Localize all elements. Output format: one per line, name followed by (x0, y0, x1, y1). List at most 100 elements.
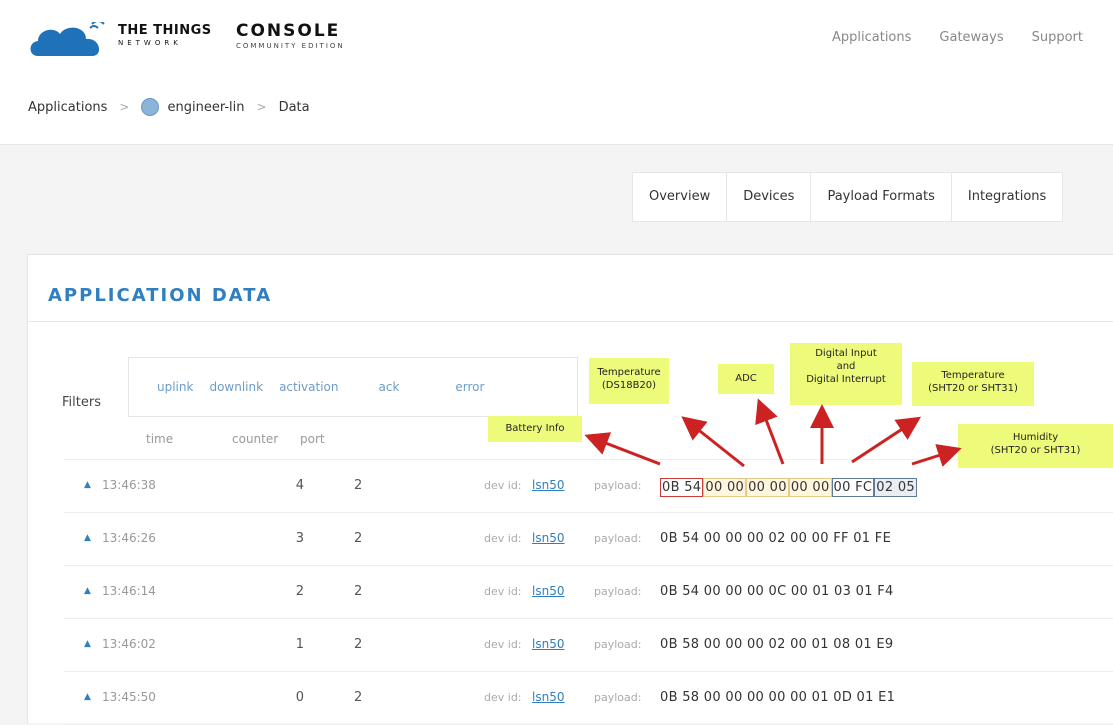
row-counter: 0 (295, 690, 304, 705)
row-port: 2 (354, 478, 363, 493)
row-port: 2 (354, 690, 363, 705)
callout-temperature-ds-line-2: (DS18B20) (601, 380, 657, 391)
callout-temperature-sht-line-2: (SHT20 or SHT31) (928, 383, 1018, 394)
uplink-table: ▲ 13:46:38 4 2 dev id: lsn50 payload: 0B… (64, 459, 1113, 725)
column-header-time: time (146, 432, 174, 446)
top-header: THE THINGS NETWORK CONSOLE COMMUNITY EDI… (0, 0, 1113, 79)
nav-applications[interactable]: Applications (832, 30, 911, 45)
row-counter: 2 (295, 584, 304, 599)
table-row[interactable]: ▲ 13:45:50 0 2 dev id: lsn50 payload: 0B… (64, 672, 1113, 725)
dev-id-label: dev id: (484, 638, 522, 651)
section-title: APPLICATION DATA (48, 285, 273, 306)
row-time: 13:46:26 (102, 531, 156, 545)
row-payload: 0B 54 00 00 00 02 00 00 FF 01 FE (660, 531, 892, 546)
callout-temperature-sht: Temperature (SHT20 or SHT31) (912, 362, 1034, 406)
payload-segment-battery: 0B 54 (660, 478, 704, 497)
tab-payload-formats[interactable]: Payload Formats (811, 173, 952, 221)
payload-label: payload: (594, 638, 642, 651)
payload-segment-digital: 00 00 (788, 478, 832, 497)
breadcrumb-applications[interactable]: Applications (28, 100, 107, 115)
row-port: 2 (354, 637, 363, 652)
filter-ack[interactable]: ack (371, 380, 408, 394)
callout-digital-line-2: and (836, 361, 856, 372)
payload-segment-humidity: 02 05 (874, 478, 917, 497)
uplink-arrow-icon: ▲ (84, 639, 91, 649)
payload-segment-temperature-ds: 00 00 (703, 478, 747, 497)
breadcrumb-current: Data (278, 99, 310, 115)
row-time: 13:46:02 (102, 637, 156, 651)
callout-humidity-line-1: Humidity (1012, 432, 1059, 443)
top-nav: Applications Gateways Support (832, 30, 1083, 45)
filter-uplink[interactable]: uplink (149, 380, 201, 394)
dev-id-label: dev id: (484, 479, 522, 492)
row-payload: 0B 54 00 00 00 0C 00 01 03 01 F4 (660, 584, 894, 599)
console-subtitle: COMMUNITY EDITION (236, 42, 345, 50)
payload-label: payload: (594, 479, 642, 492)
column-header-counter: counter (232, 432, 279, 446)
callout-battery-label: Battery Info (505, 423, 565, 434)
row-port: 2 (354, 531, 363, 546)
tab-devices[interactable]: Devices (727, 173, 812, 221)
row-payload: 0B 54 00 00 00 00 00 00 00 FC 02 05 (660, 478, 917, 497)
brand-name[interactable]: THE THINGS NETWORK (118, 24, 212, 48)
nav-gateways[interactable]: Gateways (939, 30, 1003, 45)
breadcrumb-separator: > (119, 100, 130, 114)
row-time: 13:45:50 (102, 690, 156, 704)
row-counter: 4 (295, 478, 304, 493)
filter-downlink[interactable]: downlink (201, 380, 271, 394)
application-icon (141, 98, 160, 116)
table-row[interactable]: ▲ 13:46:02 1 2 dev id: lsn50 payload: 0B… (64, 619, 1113, 672)
callout-digital-line-1: Digital Input (815, 348, 877, 359)
row-payload: 0B 58 00 00 00 00 00 01 0D 01 E1 (660, 690, 896, 705)
table-row[interactable]: ▲ 13:46:38 4 2 dev id: lsn50 payload: 0B… (64, 459, 1113, 513)
payload-segment-temperature-sht: 00 FC (831, 478, 875, 497)
payload-label: payload: (594, 691, 642, 704)
filter-buttons: uplink downlink activation ack error (128, 357, 578, 417)
callout-humidity: Humidity (SHT20 or SHT31) (958, 424, 1113, 468)
brand-line-2: NETWORK (118, 39, 182, 47)
console-title: CONSOLE (236, 21, 341, 41)
device-link[interactable]: lsn50 (532, 637, 564, 651)
uplink-arrow-icon: ▲ (84, 586, 91, 596)
row-counter: 1 (295, 637, 304, 652)
divider (28, 321, 1113, 322)
callout-temperature-ds-line-1: Temperature (597, 367, 661, 378)
device-link[interactable]: lsn50 (532, 584, 564, 598)
callout-adc: ADC (718, 364, 774, 394)
tab-overview[interactable]: Overview (633, 173, 728, 221)
dev-id-label: dev id: (484, 532, 522, 545)
breadcrumb-app[interactable]: engineer-lin (167, 100, 244, 115)
filter-activation[interactable]: activation (271, 380, 346, 394)
callout-temperature-sht-line-1: Temperature (941, 370, 1005, 381)
table-row[interactable]: ▲ 13:46:14 2 2 dev id: lsn50 payload: 0B… (64, 566, 1113, 619)
breadcrumb: Applications > engineer-lin > Data (28, 98, 310, 116)
row-counter: 3 (295, 531, 304, 546)
row-payload: 0B 58 00 00 00 02 00 01 08 01 E9 (660, 637, 894, 652)
row-port: 2 (354, 584, 363, 599)
application-tabs: Overview Devices Payload Formats Integra… (632, 172, 1064, 222)
device-link[interactable]: lsn50 (532, 531, 564, 545)
callout-humidity-line-2: (SHT20 or SHT31) (990, 445, 1081, 456)
payload-label: payload: (594, 585, 642, 598)
ttn-cloud-logo-icon[interactable] (28, 22, 108, 58)
device-link[interactable]: lsn50 (532, 690, 564, 704)
filters-label: Filters (62, 395, 101, 410)
breadcrumb-separator: > (256, 100, 267, 114)
payload-label: payload: (594, 532, 642, 545)
callout-adc-label: ADC (735, 373, 757, 384)
device-link[interactable]: lsn50 (532, 478, 564, 492)
column-header-port: port (300, 432, 325, 446)
application-data-card: APPLICATION DATA Filters uplink downlink… (27, 254, 1113, 725)
table-row[interactable]: ▲ 13:46:26 3 2 dev id: lsn50 payload: 0B… (64, 513, 1113, 566)
uplink-arrow-icon: ▲ (84, 692, 91, 702)
tab-integrations[interactable]: Integrations (952, 173, 1064, 221)
dev-id-label: dev id: (484, 691, 522, 704)
uplink-arrow-icon: ▲ (84, 533, 91, 543)
nav-support[interactable]: Support (1032, 30, 1083, 45)
callout-battery-info: Battery Info (488, 416, 582, 442)
row-time: 13:46:14 (102, 584, 156, 598)
payload-segment-adc: 00 00 (746, 478, 789, 497)
uplink-arrow-icon: ▲ (84, 480, 91, 490)
filter-error[interactable]: error (447, 380, 492, 394)
callout-digital-line-3: Digital Interrupt (806, 374, 886, 385)
